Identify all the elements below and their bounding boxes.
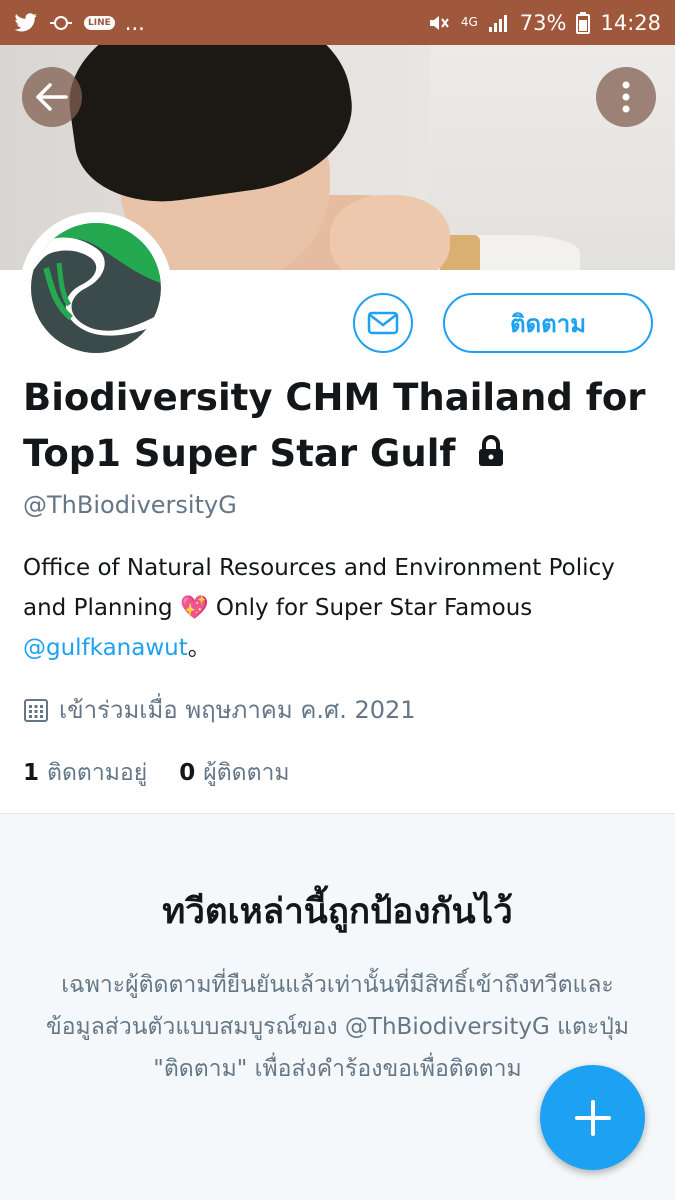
message-button[interactable] <box>353 293 413 353</box>
twitter-icon <box>14 11 38 35</box>
profile-avatar[interactable] <box>20 212 172 364</box>
sync-icon <box>48 11 74 35</box>
bio-mention-link[interactable]: @gulfkanawut <box>23 635 188 661</box>
follow-button[interactable]: ติดตาม <box>443 293 653 353</box>
bio-emoji: 💖 <box>179 595 209 621</box>
profile-name: Biodiversity CHM Thailand for Top1 Super… <box>23 370 653 484</box>
battery-percent: 73% <box>519 10 567 35</box>
follow-counts: 1 ติดตามอยู่ 0 ผู้ติดตาม <box>23 755 322 791</box>
vertical-dots-icon <box>622 81 630 113</box>
envelope-icon <box>367 311 399 335</box>
bio-text-end: 。 <box>187 635 211 661</box>
more-notifications: ... <box>124 10 145 35</box>
compose-tweet-button[interactable] <box>540 1065 645 1170</box>
protected-body: เฉพาะผู้ติดตามที่ยืนยันแล้วเท่านั้นที่มี… <box>46 972 629 1082</box>
network-type: 4G <box>460 15 478 29</box>
joined-date: เข้าร่วมเมื่อ พฤษภาคม ค.ศ. 2021 <box>23 690 416 729</box>
back-button[interactable] <box>22 67 82 127</box>
banner-photo-hand <box>330 195 450 270</box>
battery-icon <box>576 11 591 35</box>
protected-title: ทวีตเหล่านี้ถูกป้องกันไว้ <box>162 892 513 932</box>
arrow-left-icon <box>36 83 68 111</box>
profile-name-line1: Biodiversity CHM Thailand for <box>23 376 646 419</box>
lock-icon <box>474 428 508 484</box>
following-label: ติดตามอยู่ <box>47 760 148 786</box>
bio-text-2: Only for Super Star Famous <box>208 595 533 621</box>
plus-icon <box>574 1099 611 1136</box>
status-bar: LINE ... 4G 73% 14:28 <box>0 0 675 45</box>
signal-icon <box>488 11 510 35</box>
profile-bio: Office of Natural Resources and Environm… <box>23 548 663 668</box>
followers-count: 0 <box>179 760 196 786</box>
followers-link[interactable]: 0 ผู้ติดตาม <box>179 755 289 791</box>
profile-name-line2: Top1 Super Star Gulf <box>23 432 456 475</box>
following-count: 1 <box>23 760 40 786</box>
clock: 14:28 <box>600 10 661 35</box>
joined-text: เข้าร่วมเมื่อ พฤษภาคม ค.ศ. 2021 <box>59 696 416 724</box>
avatar-logo <box>31 223 161 353</box>
calendar-icon <box>24 698 48 722</box>
status-right: 4G 73% 14:28 <box>427 11 661 35</box>
mute-icon <box>427 11 451 35</box>
profile-handle: @ThBiodiversityG <box>23 491 237 519</box>
following-link[interactable]: 1 ติดตามอยู่ <box>23 755 147 791</box>
followers-label: ผู้ติดตาม <box>203 760 290 786</box>
line-app-icon: LINE <box>84 11 115 35</box>
more-options-button[interactable] <box>596 67 656 127</box>
status-left: LINE ... <box>14 11 145 35</box>
